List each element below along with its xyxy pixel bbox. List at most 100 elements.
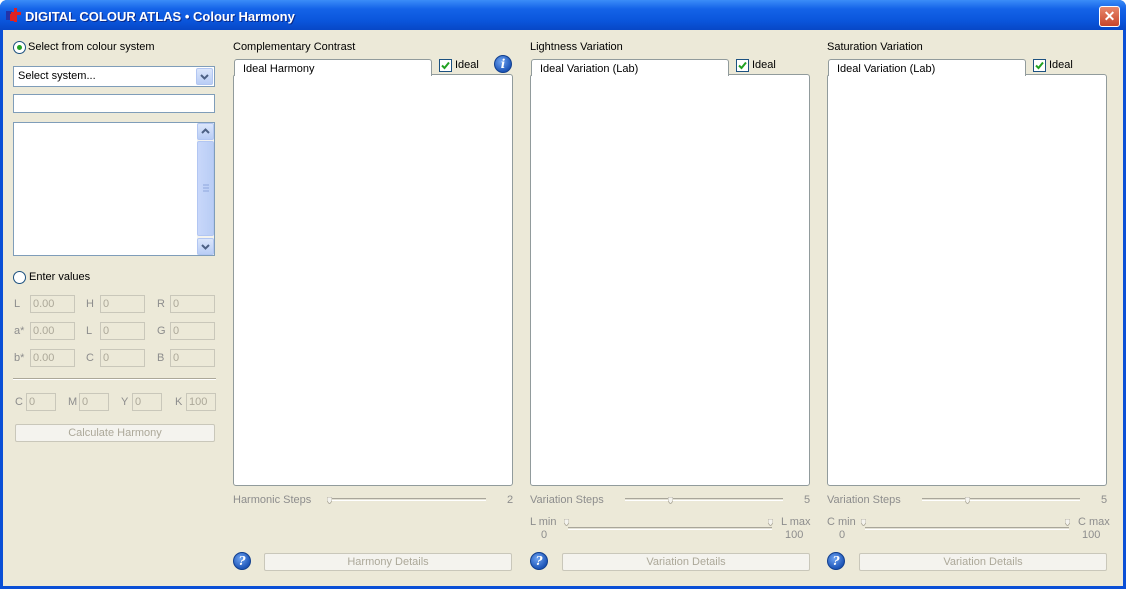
lightness-details-button[interactable]: Variation Details bbox=[562, 553, 810, 571]
help-icon-harmony[interactable]: ? bbox=[233, 552, 251, 570]
cmyk-y-value: 0 bbox=[135, 396, 142, 408]
client-area: Select from colour system Select system.… bbox=[3, 30, 1123, 586]
l-min-label: L min bbox=[530, 516, 557, 528]
cmyk-m-label: M bbox=[68, 396, 78, 408]
cmyk-k-value: 100 bbox=[189, 396, 208, 408]
l-max-label: L max bbox=[781, 516, 811, 528]
panel-title-lightness: Lightness Variation bbox=[530, 41, 623, 53]
hlc-l-field[interactable]: 0 bbox=[100, 322, 145, 340]
rgb-g-label: G bbox=[157, 325, 166, 337]
help-icon-saturation[interactable]: ? bbox=[827, 552, 845, 570]
harmony-details-button[interactable]: Harmony Details bbox=[264, 553, 512, 571]
hlc-l-value: 0 bbox=[103, 325, 110, 337]
range-min-thumb[interactable] bbox=[861, 519, 866, 526]
rgb-r-field[interactable]: 0 bbox=[170, 295, 215, 313]
c-max-label: C max bbox=[1078, 516, 1110, 528]
cmyk-c-field[interactable]: 0 bbox=[26, 393, 56, 411]
tab-ideal-harmony[interactable]: Ideal Harmony bbox=[234, 59, 432, 76]
slider-thumb[interactable] bbox=[668, 497, 673, 504]
separator bbox=[13, 378, 216, 380]
ideal-checkbox-harmony[interactable] bbox=[439, 59, 452, 72]
lab-l-value: 0.00 bbox=[33, 298, 55, 310]
enter-values-radio[interactable] bbox=[13, 271, 26, 284]
title-bar[interactable]: DIGITAL COLOUR ATLAS • Colour Harmony ✕ bbox=[0, 0, 1126, 30]
cmyk-m-value: 0 bbox=[82, 396, 89, 408]
scroll-down-icon[interactable] bbox=[197, 238, 214, 255]
system-combo[interactable]: Select system... bbox=[13, 66, 215, 87]
ideal-checkbox-lightness[interactable] bbox=[736, 59, 749, 72]
list-scrollbar[interactable] bbox=[197, 123, 214, 255]
lab-a-label: a* bbox=[14, 325, 25, 337]
saturation-range-slider[interactable] bbox=[865, 527, 1069, 530]
hlc-h-field[interactable]: 0 bbox=[100, 295, 145, 313]
l-max-value: 100 bbox=[785, 529, 804, 541]
lightness-steps-label: Variation Steps bbox=[530, 494, 604, 506]
range-max-thumb[interactable] bbox=[768, 519, 773, 526]
scroll-thumb[interactable] bbox=[197, 141, 214, 236]
window-title: DIGITAL COLOUR ATLAS • Colour Harmony bbox=[25, 9, 295, 24]
saturation-steps-label: Variation Steps bbox=[827, 494, 901, 506]
ideal-label-saturation: Ideal bbox=[1049, 59, 1073, 71]
slider-thumb[interactable] bbox=[327, 497, 332, 504]
c-min-value: 0 bbox=[839, 529, 846, 541]
saturation-preview-panel bbox=[827, 74, 1107, 486]
rgb-g-field[interactable]: 0 bbox=[170, 322, 215, 340]
lab-b-field[interactable]: 0.00 bbox=[30, 349, 75, 367]
hlc-c-label: C bbox=[86, 352, 94, 364]
saturation-steps-slider[interactable] bbox=[922, 498, 1080, 501]
harmonic-steps-slider[interactable] bbox=[328, 498, 486, 501]
help-icon-top[interactable]: i bbox=[494, 55, 512, 73]
cmyk-k-field[interactable]: 100 bbox=[186, 393, 216, 411]
lightness-range-slider[interactable] bbox=[568, 527, 772, 530]
c-max-value: 100 bbox=[1082, 529, 1101, 541]
rgb-b-field[interactable]: 0 bbox=[170, 349, 215, 367]
tab-ideal-variation-lightness[interactable]: Ideal Variation (Lab) bbox=[531, 59, 729, 76]
range-max-thumb[interactable] bbox=[1065, 519, 1070, 526]
search-field[interactable] bbox=[13, 94, 215, 113]
harmony-preview-panel bbox=[233, 74, 513, 486]
l-min-value: 0 bbox=[541, 529, 548, 541]
lab-a-field[interactable]: 0.00 bbox=[30, 322, 75, 340]
select-system-radio[interactable] bbox=[13, 41, 26, 54]
hlc-h-label: H bbox=[86, 298, 94, 310]
colour-list[interactable] bbox=[13, 122, 215, 256]
cmyk-k-label: K bbox=[175, 396, 183, 408]
rgb-g-value: 0 bbox=[173, 325, 180, 337]
panel-title-complementary: Complementary Contrast bbox=[233, 41, 356, 53]
slider-thumb[interactable] bbox=[965, 497, 970, 504]
help-icon-lightness[interactable]: ? bbox=[530, 552, 548, 570]
cmyk-c-value: 0 bbox=[29, 396, 36, 408]
ideal-label-lightness: Ideal bbox=[752, 59, 776, 71]
lab-b-value: 0.00 bbox=[33, 352, 55, 364]
app-icon bbox=[6, 8, 21, 22]
ideal-checkbox-saturation[interactable] bbox=[1033, 59, 1046, 72]
check-icon bbox=[1035, 61, 1044, 70]
rgb-r-label: R bbox=[157, 298, 165, 310]
enter-values-label: Enter values bbox=[29, 271, 91, 283]
cmyk-m-field[interactable]: 0 bbox=[79, 393, 109, 411]
calculate-harmony-button[interactable]: Calculate Harmony bbox=[15, 424, 215, 442]
lightness-steps-slider[interactable] bbox=[625, 498, 783, 501]
harmonic-steps-label: Harmonic Steps bbox=[233, 494, 312, 506]
tab-label: Ideal Harmony bbox=[243, 63, 315, 75]
rgb-b-label: B bbox=[157, 352, 165, 364]
lab-l-field[interactable]: 0.00 bbox=[30, 295, 75, 313]
range-min-thumb[interactable] bbox=[564, 519, 569, 526]
tab-ideal-variation-saturation[interactable]: Ideal Variation (Lab) bbox=[828, 59, 1026, 76]
hlc-c-field[interactable]: 0 bbox=[100, 349, 145, 367]
chevron-down-icon[interactable] bbox=[196, 68, 213, 85]
lab-l-label: L bbox=[14, 298, 21, 310]
select-system-label: Select from colour system bbox=[28, 41, 155, 53]
cmyk-c-label: C bbox=[15, 396, 23, 408]
hlc-h-value: 0 bbox=[103, 298, 110, 310]
saturation-details-button[interactable]: Variation Details bbox=[859, 553, 1107, 571]
ideal-label-harmony: Ideal bbox=[455, 59, 479, 71]
c-min-label: C min bbox=[827, 516, 856, 528]
panel-title-saturation: Saturation Variation bbox=[827, 41, 923, 53]
check-icon bbox=[738, 61, 747, 70]
cmyk-y-field[interactable]: 0 bbox=[132, 393, 162, 411]
saturation-steps-value: 5 bbox=[1101, 494, 1108, 506]
scroll-up-icon[interactable] bbox=[197, 123, 214, 140]
lightness-preview-panel bbox=[530, 74, 810, 486]
close-button[interactable]: ✕ bbox=[1099, 6, 1120, 27]
